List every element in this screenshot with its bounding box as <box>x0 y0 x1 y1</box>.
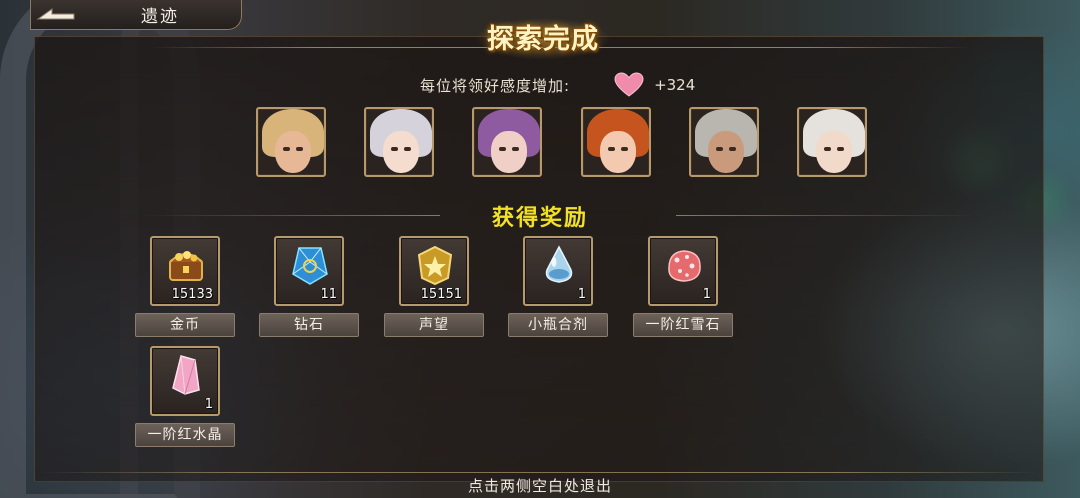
reward-name-label: 金币 <box>135 313 235 337</box>
title-banner: 探索完成 <box>468 8 618 64</box>
reward-name-label: 一阶红水晶 <box>135 423 235 447</box>
portrait-face <box>383 131 419 173</box>
portrait-face <box>491 131 527 173</box>
hero-portrait[interactable] <box>472 107 542 177</box>
reward-slot[interactable]: 15133 <box>150 236 220 306</box>
panel-bottom-divider <box>40 472 1040 473</box>
portrait-eye <box>404 147 411 151</box>
reward-item[interactable]: 1 一阶红雪石 <box>633 236 733 346</box>
portrait-face <box>708 131 744 173</box>
reward-item[interactable]: 1 小瓶合剂 <box>508 236 608 346</box>
reward-item[interactable]: 15151 声望 <box>384 236 484 346</box>
hero-portrait[interactable] <box>581 107 651 177</box>
exploration-complete-screen[interactable]: 遗迹 探索完成 每位将领好感度增加: +324 获得奖励 15133 金币 11 钻石… <box>0 0 1080 498</box>
portrait-eye <box>716 147 723 151</box>
diamond-crystal-icon <box>289 244 331 286</box>
reward-quantity: 15151 <box>420 287 462 302</box>
reward-name-label: 钻石 <box>259 313 359 337</box>
reward-quantity: 1 <box>577 287 586 302</box>
portrait-eye <box>729 147 736 151</box>
exit-hint: 点击两侧空白处退出 <box>467 477 612 495</box>
reward-quantity: 1 <box>702 287 711 302</box>
hero-portrait[interactable] <box>364 107 434 177</box>
hero-portrait[interactable] <box>797 107 867 177</box>
reward-item[interactable]: 1 一阶红水晶 <box>135 346 235 456</box>
reward-item[interactable]: 15133 金币 <box>135 236 235 346</box>
rewards-heading: 获得奖励 <box>491 206 588 231</box>
portrait-eye <box>296 147 303 151</box>
hero-portrait[interactable] <box>256 107 326 177</box>
back-arrow-icon <box>36 7 75 19</box>
reward-slot[interactable]: 1 <box>523 236 593 306</box>
portrait-eye <box>824 147 831 151</box>
red-crystal-icon <box>165 354 207 396</box>
portrait-face <box>275 131 311 173</box>
portrait-face <box>816 131 852 173</box>
hero-portrait[interactable] <box>689 107 759 177</box>
portrait-eye <box>283 147 290 151</box>
portrait-eye <box>512 147 519 151</box>
portrait-eye <box>837 147 844 151</box>
affection-value: +324 <box>654 76 696 94</box>
affection-row: 每位将领好感度增加: +324 <box>420 72 695 98</box>
reward-slot[interactable]: 1 <box>648 236 718 306</box>
reward-item[interactable]: 11 钻石 <box>259 236 359 346</box>
treasure-chest-icon <box>165 244 207 286</box>
reward-quantity: 11 <box>320 287 337 302</box>
portrait-eye <box>608 147 615 151</box>
portrait-eye <box>391 147 398 151</box>
red-snow-stone-icon <box>663 244 705 286</box>
reward-quantity: 1 <box>204 397 213 412</box>
portrait-face <box>600 131 636 173</box>
back-button[interactable] <box>31 0 81 30</box>
portrait-eye <box>621 147 628 151</box>
heart-icon <box>614 72 644 97</box>
affection-label: 每位将领好感度增加: <box>420 76 571 95</box>
header-bar: 遗迹 <box>30 0 242 30</box>
reward-name-label: 一阶红雪石 <box>633 313 733 337</box>
potion-drop-icon <box>538 244 580 286</box>
reward-slot[interactable]: 1 <box>150 346 220 416</box>
portrait-eye <box>499 147 506 151</box>
hero-portrait-list <box>256 107 870 179</box>
reward-quantity: 15133 <box>171 287 213 302</box>
reward-slot[interactable]: 15151 <box>399 236 469 306</box>
banner-title: 探索完成 <box>487 23 599 55</box>
page-title: 遗迹 <box>141 7 179 27</box>
reward-slot[interactable]: 11 <box>274 236 344 306</box>
reward-name-label: 声望 <box>384 313 484 337</box>
reward-name-label: 小瓶合剂 <box>508 313 608 337</box>
prestige-badge-icon <box>414 244 456 286</box>
